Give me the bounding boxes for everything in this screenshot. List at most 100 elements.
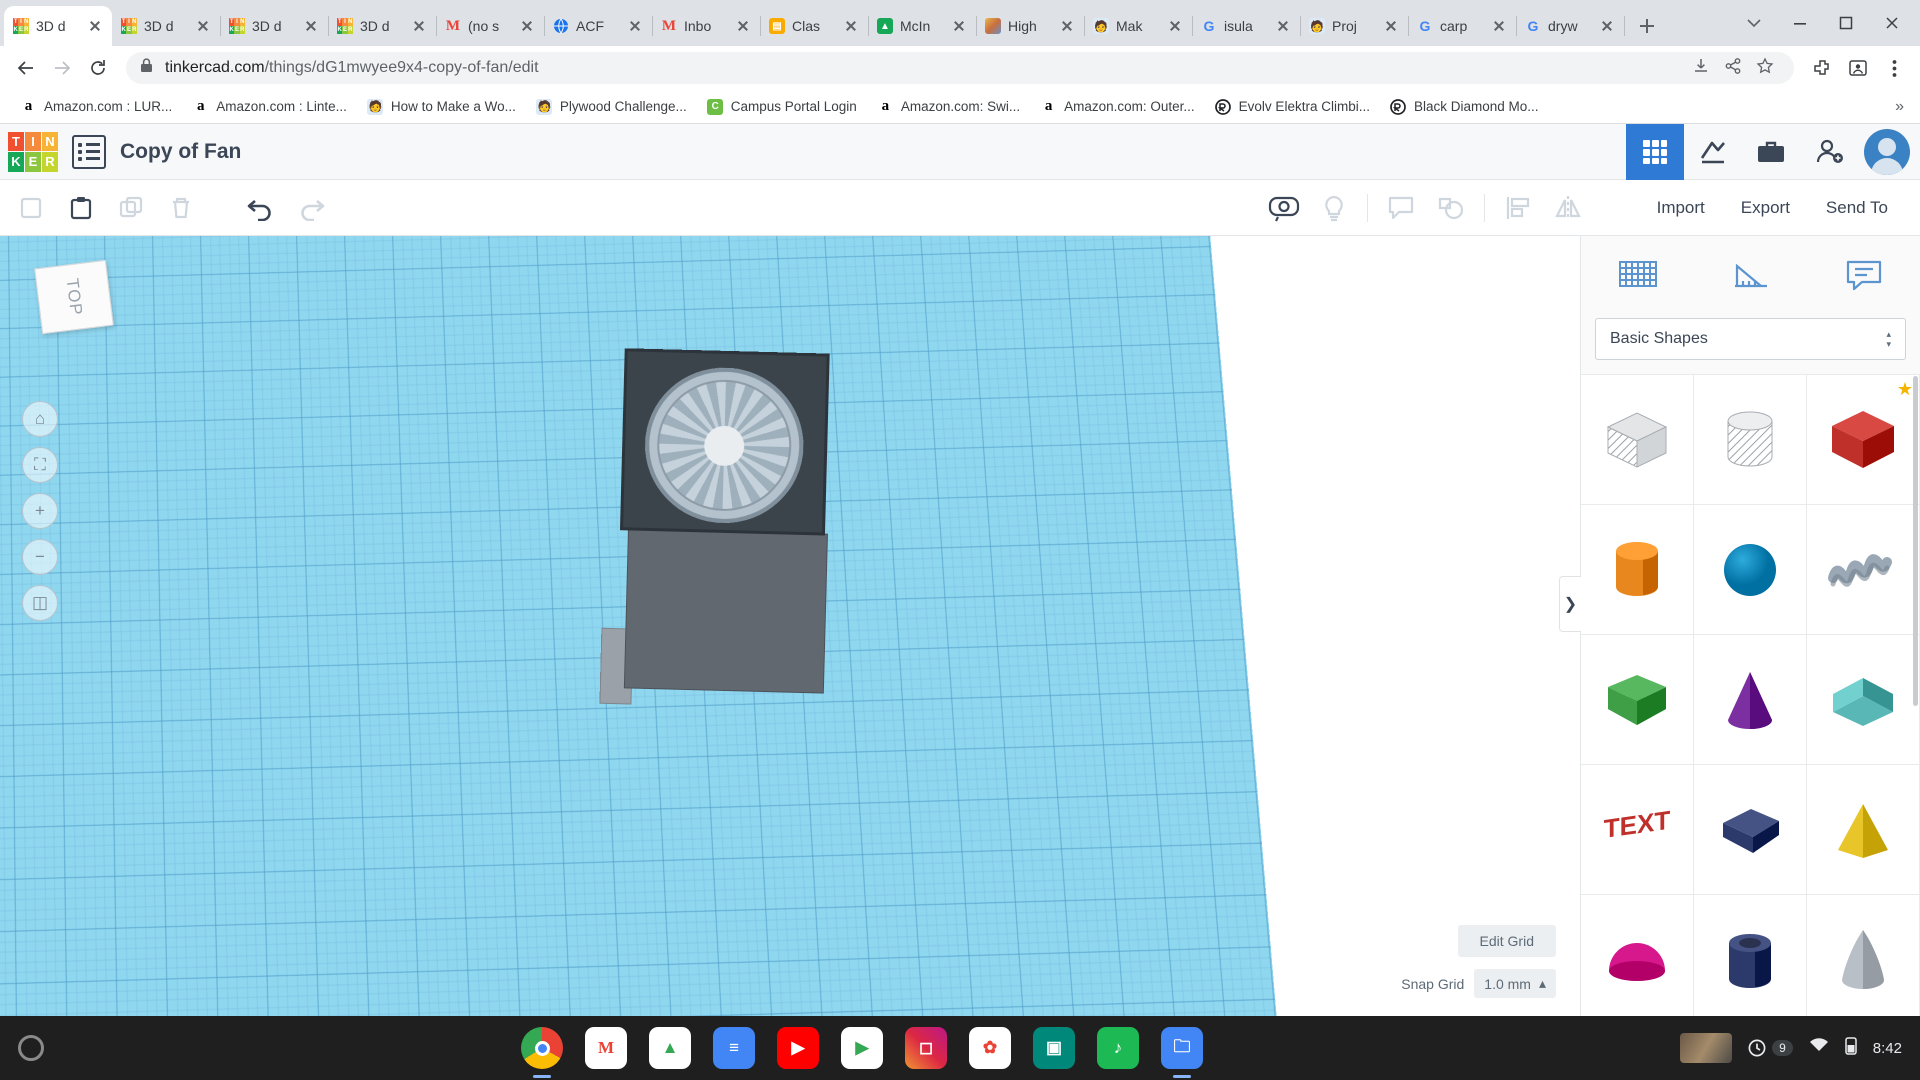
- browser-tab[interactable]: M Inbo: [652, 6, 761, 46]
- snap-grid-select[interactable]: 1.0 mm ▴: [1474, 969, 1556, 998]
- shape-cylinder-hatched[interactable]: [1694, 375, 1807, 505]
- close-icon[interactable]: [1058, 17, 1076, 35]
- close-icon[interactable]: [86, 17, 104, 35]
- bookmark-item[interactable]: a Amazon.com: Outer...: [1032, 94, 1203, 119]
- browser-tab[interactable]: Gisula: [1192, 6, 1301, 46]
- paste-icon[interactable]: [64, 191, 98, 225]
- taskbar-youtube-icon[interactable]: ▶: [777, 1027, 820, 1069]
- wifi-icon[interactable]: [1809, 1038, 1829, 1058]
- taskbar-docs-icon[interactable]: ≡: [713, 1027, 756, 1069]
- taskbar-meet-icon[interactable]: ▣: [1033, 1027, 1076, 1069]
- shape-sphere-blue[interactable]: [1694, 505, 1807, 635]
- home-view-icon[interactable]: ⌂: [22, 401, 58, 437]
- group-icon[interactable]: [1434, 191, 1468, 225]
- maximize-button[interactable]: [1824, 3, 1868, 43]
- shape-wedge-teal[interactable]: [1807, 635, 1920, 765]
- panel-scrollbar[interactable]: [1913, 376, 1918, 706]
- bookmark-item[interactable]: 🧑 How to Make a Wo...: [359, 94, 524, 119]
- close-icon[interactable]: [1166, 17, 1184, 35]
- duplicate-icon[interactable]: [114, 191, 148, 225]
- fit-view-icon[interactable]: ⛶: [22, 447, 58, 483]
- shape-tube-navy[interactable]: [1694, 895, 1807, 1016]
- shape-scribble-gray[interactable]: [1807, 505, 1920, 635]
- new-tab-button[interactable]: [1630, 9, 1664, 43]
- tab-search-button[interactable]: [1732, 3, 1776, 43]
- panel-collapse-handle[interactable]: ❯: [1559, 576, 1581, 632]
- shape-polygon-navy[interactable]: [1694, 765, 1807, 895]
- shape-paraboloid-gray[interactable]: [1807, 895, 1920, 1016]
- edit-grid-button[interactable]: Edit Grid: [1457, 925, 1556, 957]
- minimize-button[interactable]: [1778, 3, 1822, 43]
- header-briefcase-icon[interactable]: [1742, 124, 1800, 180]
- header-add-person-icon[interactable]: [1800, 124, 1858, 180]
- close-icon[interactable]: [194, 17, 212, 35]
- taskbar-spotify-icon[interactable]: ♪: [1097, 1027, 1140, 1069]
- profile-icon[interactable]: [1842, 52, 1874, 84]
- extensions-icon[interactable]: [1806, 52, 1838, 84]
- panel-tab-note-icon[interactable]: [1834, 249, 1894, 299]
- close-icon[interactable]: [950, 17, 968, 35]
- browser-tab[interactable]: ▲ McIn: [868, 6, 977, 46]
- panel-tab-workplane-icon[interactable]: [1608, 249, 1668, 299]
- close-button[interactable]: [1870, 3, 1914, 43]
- close-icon[interactable]: [1598, 17, 1616, 35]
- bookmark-item[interactable]: a Amazon.com : Linte...: [184, 94, 355, 119]
- browser-tab[interactable]: 🧑 Proj: [1300, 6, 1409, 46]
- shape-halfsphere-pink[interactable]: [1581, 895, 1694, 1016]
- close-icon[interactable]: [302, 17, 320, 35]
- browser-tab[interactable]: ACF: [544, 6, 653, 46]
- note-icon[interactable]: [1384, 191, 1418, 225]
- close-icon[interactable]: [734, 17, 752, 35]
- taskbar-drive-icon[interactable]: ▲: [649, 1027, 692, 1069]
- delete-icon[interactable]: [164, 191, 198, 225]
- browser-tab[interactable]: M (no s: [436, 6, 545, 46]
- close-icon[interactable]: [1382, 17, 1400, 35]
- fan-model[interactable]: [599, 348, 839, 714]
- close-icon[interactable]: [1274, 17, 1292, 35]
- browser-tab[interactable]: T I N K E R 3D d: [328, 6, 437, 46]
- shape-pyramid-yellow[interactable]: [1807, 765, 1920, 895]
- shape-box-red[interactable]: ★: [1807, 375, 1920, 505]
- light-icon[interactable]: [1317, 191, 1351, 225]
- view-cube[interactable]: TOP: [34, 259, 114, 335]
- clock[interactable]: 8:42: [1873, 1040, 1902, 1057]
- browser-tab[interactable]: ▤ Clas: [760, 6, 869, 46]
- mirror-icon[interactable]: [1551, 191, 1585, 225]
- header-codeblocks-icon[interactable]: [1684, 124, 1742, 180]
- shape-cone-purple[interactable]: [1694, 635, 1807, 765]
- hide-icon[interactable]: [1267, 191, 1301, 225]
- bookmark-item[interactable]: Black Diamond Mo...: [1382, 94, 1547, 119]
- address-bar[interactable]: tinkercad.com/things/dG1mwyee9x4-copy-of…: [126, 52, 1794, 84]
- forward-arrow-icon[interactable]: [46, 52, 78, 84]
- toolbar-import-button[interactable]: Import: [1639, 188, 1723, 228]
- toolbar-send-to-button[interactable]: Send To: [1808, 188, 1906, 228]
- star-icon[interactable]: ★: [1897, 379, 1913, 400]
- reload-arrow-icon[interactable]: [82, 52, 114, 84]
- bookmarks-overflow-icon[interactable]: »: [1895, 98, 1908, 116]
- browser-tab[interactable]: High: [976, 6, 1085, 46]
- ortho-view-icon[interactable]: ◫: [22, 585, 58, 621]
- browser-tab[interactable]: T I N K E R 3D d: [4, 6, 112, 46]
- close-icon[interactable]: [1490, 17, 1508, 35]
- bookmark-item[interactable]: C Campus Portal Login: [699, 94, 865, 119]
- taskbar-play-store-icon[interactable]: ▶: [841, 1027, 884, 1069]
- taskbar-thumbnail[interactable]: [1680, 1033, 1733, 1063]
- panel-tab-ruler-icon[interactable]: [1721, 249, 1781, 299]
- browser-tab[interactable]: Gcarp: [1408, 6, 1517, 46]
- taskbar-gmail-icon[interactable]: M: [585, 1027, 628, 1069]
- zoom-in-icon[interactable]: +: [22, 493, 58, 529]
- tinkercad-logo[interactable]: TINKER: [8, 131, 58, 172]
- start-circle-icon[interactable]: [18, 1035, 44, 1061]
- back-arrow-icon[interactable]: [10, 52, 42, 84]
- browser-menu-icon[interactable]: [1878, 52, 1910, 84]
- close-icon[interactable]: [518, 17, 536, 35]
- taskbar-files-icon[interactable]: 🗀: [1161, 1027, 1204, 1078]
- shape-cylinder-orange[interactable]: [1581, 505, 1694, 635]
- bookmark-item[interactable]: 🧑 Plywood Challenge...: [528, 94, 695, 119]
- browser-tab[interactable]: Gdryw: [1516, 6, 1625, 46]
- shape-roof-green[interactable]: [1581, 635, 1694, 765]
- project-menu-button[interactable]: [72, 134, 106, 169]
- header-blocks-icon[interactable]: [1626, 123, 1684, 180]
- copy-icon[interactable]: [14, 191, 48, 225]
- toolbar-export-button[interactable]: Export: [1723, 188, 1808, 228]
